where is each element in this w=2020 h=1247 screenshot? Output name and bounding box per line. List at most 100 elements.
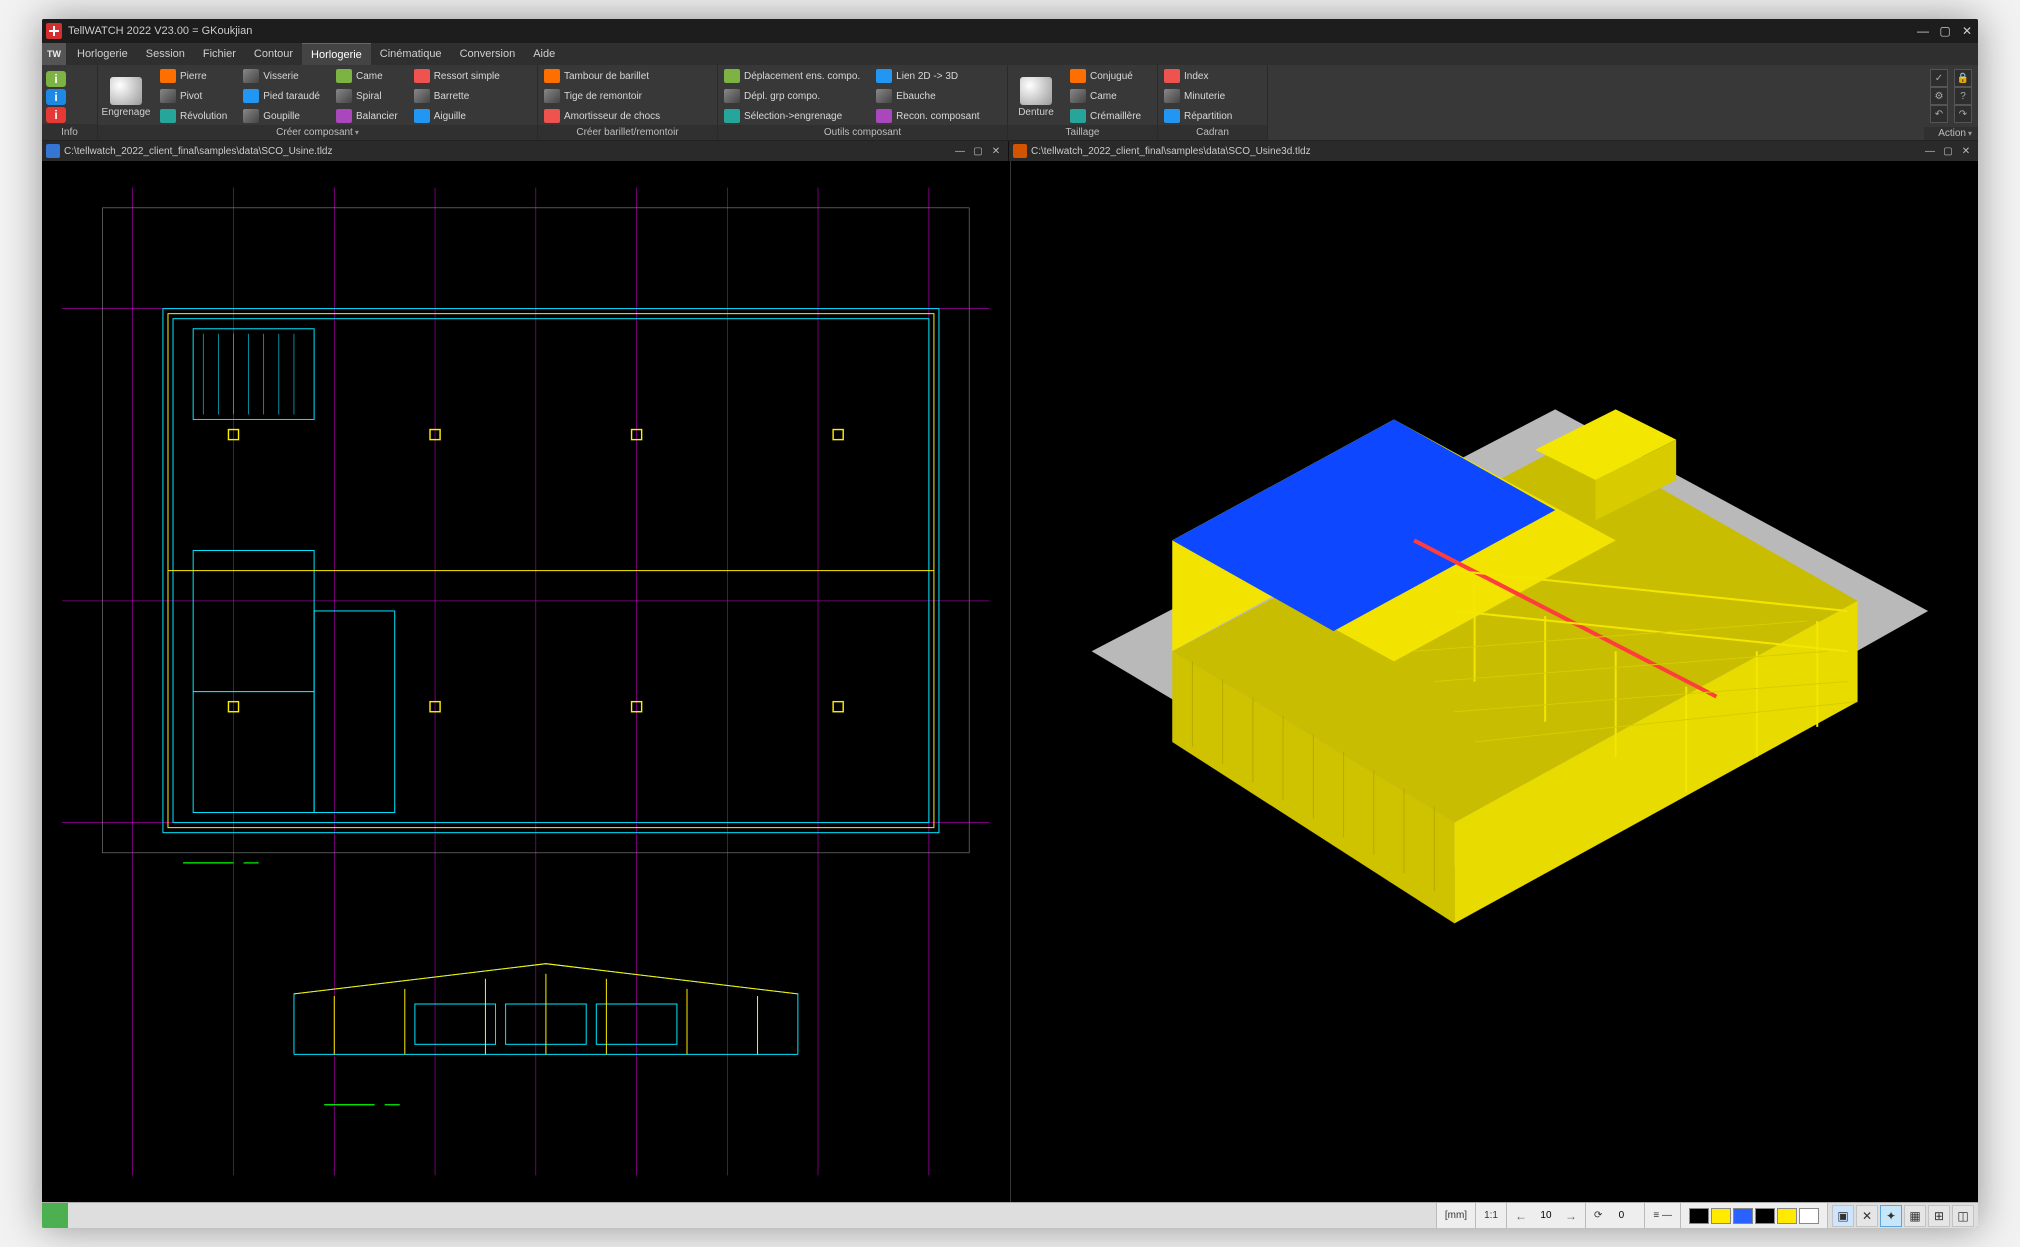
- ribbon-label-action[interactable]: Action: [1924, 127, 1978, 140]
- application-window: TellWATCH 2022 V23.00 = GKoukjian — ▢ ✕ …: [42, 19, 1978, 1228]
- ribbon-btn-index[interactable]: Index: [1164, 67, 1236, 85]
- viewport-container: [42, 161, 1978, 1202]
- ribbon-btn-pivot[interactable]: Pivot: [160, 87, 231, 105]
- ribbon-btn-pied-taraude[interactable]: Pied taraudé: [243, 87, 324, 105]
- menu-horlogerie-1[interactable]: Horlogerie: [68, 43, 137, 65]
- doc-right-maximize[interactable]: ▢: [1940, 143, 1956, 159]
- ribbon-btn-sel-engrenage[interactable]: Sélection->engrenage: [724, 107, 864, 125]
- view-btn-snap[interactable]: ✦: [1880, 1205, 1902, 1227]
- menu-cinematique[interactable]: Cinématique: [371, 43, 451, 65]
- ribbon-btn-minuterie[interactable]: Minuterie: [1164, 87, 1236, 105]
- ribbon-btn-tige[interactable]: Tige de remontoir: [544, 87, 664, 105]
- swatch-yellow-2[interactable]: [1777, 1208, 1797, 1224]
- screw-icon: [243, 69, 259, 83]
- angle-input[interactable]: [1606, 1210, 1636, 1221]
- menu-session[interactable]: Session: [137, 43, 194, 65]
- status-unit[interactable]: [mm]: [1437, 1203, 1476, 1228]
- ribbon-btn-denture[interactable]: Denture: [1008, 65, 1064, 125]
- info-chip-green[interactable]: i: [46, 71, 66, 87]
- doc-right-close[interactable]: ✕: [1958, 143, 1974, 159]
- doc-path-right: C:\tellwatch_2022_client_final\samples\d…: [1031, 146, 1918, 157]
- info-chip-red[interactable]: i: [46, 107, 66, 123]
- menu-aide[interactable]: Aide: [524, 43, 564, 65]
- ribbon-label-create-component[interactable]: Créer composant: [98, 125, 537, 140]
- index-icon: [1164, 69, 1180, 83]
- swatch-black[interactable]: [1689, 1208, 1709, 1224]
- ribbon-btn-repartition[interactable]: Répartition: [1164, 107, 1236, 125]
- view-btn-layers[interactable]: ▣: [1832, 1205, 1854, 1227]
- view-btn-split[interactable]: ◫: [1952, 1205, 1974, 1227]
- ribbon-btn-revolution[interactable]: Révolution: [160, 107, 231, 125]
- menu-fichier[interactable]: Fichier: [194, 43, 245, 65]
- ribbon-btn-visserie[interactable]: Visserie: [243, 67, 324, 85]
- ribbon-quick-check[interactable]: ✓: [1930, 69, 1948, 87]
- ribbon-btn-spiral[interactable]: Spiral: [336, 87, 402, 105]
- cad-drawing-2d: [42, 161, 1010, 1202]
- ribbon-btn-lien-2d-3d[interactable]: Lien 2D -> 3D: [876, 67, 983, 85]
- ribbon-btn-recon[interactable]: Recon. composant: [876, 107, 983, 125]
- title-bar: TellWATCH 2022 V23.00 = GKoukjian — ▢ ✕: [42, 19, 1978, 43]
- status-colors: [1681, 1203, 1828, 1228]
- ribbon-btn-depl-grp[interactable]: Dépl. grp compo.: [724, 87, 864, 105]
- ribbon-btn-came[interactable]: Came: [336, 67, 402, 85]
- ribbon-quick-lock[interactable]: 🔒: [1954, 69, 1972, 87]
- ribbon-quick-redo[interactable]: ↷: [1954, 105, 1972, 123]
- swatch-white[interactable]: [1799, 1208, 1819, 1224]
- ribbon-btn-conjugue[interactable]: Conjugué: [1070, 67, 1145, 85]
- cam-icon: [1070, 89, 1086, 103]
- doc-right-minimize[interactable]: —: [1922, 143, 1938, 159]
- step-decrement[interactable]: ←: [1515, 1209, 1527, 1223]
- step-increment[interactable]: →: [1565, 1209, 1577, 1223]
- doc-left-minimize[interactable]: —: [952, 143, 968, 159]
- viewport-2d[interactable]: [42, 161, 1011, 1202]
- ribbon: i i i Info Engrenage Pierre Pivot Révolu…: [42, 65, 1978, 141]
- rebuild-icon: [876, 109, 892, 123]
- ribbon-label-barrel: Créer barillet/remontoir: [538, 125, 717, 140]
- swatch-blue[interactable]: [1733, 1208, 1753, 1224]
- ribbon-btn-deplacement[interactable]: Déplacement ens. compo.: [724, 67, 864, 85]
- view-btn-close[interactable]: ✕: [1856, 1205, 1878, 1227]
- ribbon-quick-undo[interactable]: ↶: [1930, 105, 1948, 123]
- ribbon-btn-pierre[interactable]: Pierre: [160, 67, 231, 85]
- close-button[interactable]: ✕: [1956, 19, 1978, 43]
- viewport-3d[interactable]: [1011, 161, 1979, 1202]
- menu-horlogerie-2[interactable]: Horlogerie: [302, 43, 371, 65]
- app-logo-icon[interactable]: TW: [42, 43, 66, 65]
- ribbon-btn-goupille[interactable]: Goupille: [243, 107, 324, 125]
- hand-icon: [414, 109, 430, 123]
- minute-icon: [1164, 89, 1180, 103]
- info-chip-blue[interactable]: i: [46, 89, 66, 105]
- minimize-button[interactable]: —: [1912, 19, 1934, 43]
- doc-left-close[interactable]: ✕: [988, 143, 1004, 159]
- ribbon-btn-aiguille[interactable]: Aiguille: [414, 107, 504, 125]
- doc-icon-3d: [1013, 144, 1027, 158]
- menu-conversion[interactable]: Conversion: [451, 43, 525, 65]
- swatch-yellow[interactable]: [1711, 1208, 1731, 1224]
- status-scale[interactable]: 1:1: [1476, 1203, 1507, 1228]
- maximize-button[interactable]: ▢: [1934, 19, 1956, 43]
- ribbon-quick-help[interactable]: ?: [1954, 87, 1972, 105]
- menu-contour[interactable]: Contour: [245, 43, 302, 65]
- bar-icon: [414, 89, 430, 103]
- ribbon-btn-amortisseur[interactable]: Amortisseur de chocs: [544, 107, 664, 125]
- step-input[interactable]: [1531, 1210, 1561, 1221]
- ribbon-quick-settings[interactable]: ⚙: [1930, 87, 1948, 105]
- ribbon-btn-tambour[interactable]: Tambour de barillet: [544, 67, 664, 85]
- ribbon-btn-ebauche[interactable]: Ebauche: [876, 87, 983, 105]
- view-btn-tiles[interactable]: ⊞: [1928, 1205, 1950, 1227]
- conjugate-icon: [1070, 69, 1086, 83]
- ribbon-btn-ressort[interactable]: Ressort simple: [414, 67, 504, 85]
- ribbon-btn-came2[interactable]: Came: [1070, 87, 1145, 105]
- status-linestyle[interactable]: ≡ —: [1645, 1203, 1681, 1228]
- swatch-black-2[interactable]: [1755, 1208, 1775, 1224]
- doc-left-maximize[interactable]: ▢: [970, 143, 986, 159]
- link-icon: [876, 69, 892, 83]
- spiral-icon: [336, 89, 352, 103]
- ribbon-label-cadran: Cadran: [1158, 125, 1267, 140]
- ribbon-btn-barrette[interactable]: Barrette: [414, 87, 504, 105]
- ribbon-btn-engrenage[interactable]: Engrenage: [98, 65, 154, 125]
- balance-icon: [336, 109, 352, 123]
- view-btn-grid[interactable]: ▦: [1904, 1205, 1926, 1227]
- ribbon-btn-cremaillere[interactable]: Crémaillère: [1070, 107, 1145, 125]
- ribbon-btn-balancier[interactable]: Balancier: [336, 107, 402, 125]
